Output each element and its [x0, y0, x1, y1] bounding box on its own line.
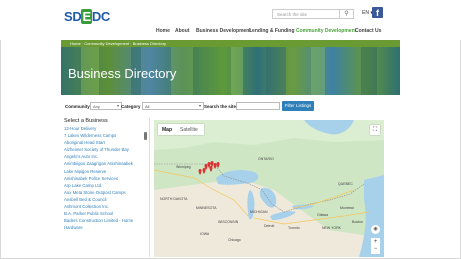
facebook-icon[interactable]: f	[372, 7, 383, 18]
map-type-map-button[interactable]: Map	[162, 127, 172, 133]
chevron-down-icon: ▾	[198, 103, 201, 108]
list-item[interactable]: Aboriginal Head Start	[64, 139, 149, 146]
breadcrumb-home[interactable]: Home	[70, 41, 81, 46]
search-filter-input[interactable]	[236, 102, 280, 110]
map-label: MINNESOTA	[196, 206, 217, 210]
list-item[interactable]: Animbiigoo Zaagi'igan Anishinaabek	[64, 160, 149, 167]
sdedc-logo[interactable]: SDEDC	[64, 8, 116, 36]
list-item[interactable]: Hardware	[64, 224, 149, 231]
list-item[interactable]: Angelo's Auto Inc.	[64, 153, 149, 160]
map-label: Winnipeg	[176, 165, 191, 169]
zoom-in-button[interactable]: +	[371, 238, 380, 246]
nav-about[interactable]: About	[175, 28, 189, 34]
street-view-icon[interactable]: ◉	[371, 225, 380, 234]
map-label: MICHIGAN	[250, 210, 268, 214]
chevron-down-icon: ▾	[116, 103, 119, 108]
list-item[interactable]: B.A. Parker Public School	[64, 210, 149, 217]
map-label: Chicago	[228, 238, 241, 242]
map-label: NORTH DAKOTA	[160, 197, 188, 201]
list-item[interactable]: Baders Construction Limited - Home	[64, 217, 149, 224]
map-label: IOWA	[200, 232, 210, 236]
community-select-value: Any	[93, 104, 100, 109]
map-label: WISCONSIN	[218, 220, 239, 224]
nav-community-development[interactable]: Community Development	[296, 28, 356, 34]
list-item[interactable]: Ashmont Collection Inc.	[64, 203, 149, 210]
breadcrumb-community-development[interactable]: Community Development	[84, 41, 129, 46]
logo-text-dc: DC	[91, 9, 111, 24]
map-canvas	[154, 120, 384, 257]
zoom-out-button[interactable]: −	[371, 246, 380, 254]
category-select-value: All	[145, 104, 150, 109]
map-label: Montreal	[340, 206, 354, 210]
list-item[interactable]: Arp Lake Camp Ltd.	[64, 182, 149, 189]
map-label: NEW YORK	[322, 226, 341, 230]
map-label: Detroit	[264, 224, 275, 228]
nav-contact-us[interactable]: Contact Us	[355, 28, 381, 34]
nav-home[interactable]: Home	[156, 28, 170, 34]
nav-business-development[interactable]: Business Development	[196, 28, 251, 34]
list-item[interactable]: Aux Meta Stone Outpost Camps	[64, 189, 149, 196]
map-type-satellite-button[interactable]: Satellite	[180, 127, 198, 133]
filter-listings-button[interactable]: Filter Listings	[282, 101, 314, 111]
category-filter-label: Category	[121, 104, 141, 109]
logo-text-e: E	[81, 9, 92, 24]
nav-lending-funding[interactable]: Lending & Funding	[249, 28, 295, 34]
list-item[interactable]: 7 Lakes Wilderness Camps	[64, 132, 149, 139]
page-title: Business Directory	[68, 66, 177, 81]
category-select[interactable]: All ▾	[142, 102, 204, 110]
map-label: Boston	[352, 220, 363, 224]
logo-text-sd: SD	[64, 9, 82, 24]
breadcrumb: Home · Community Development · Business …	[70, 41, 167, 46]
business-map[interactable]	[154, 120, 384, 257]
list-item[interactable]: Alzheimer Society of Thunder Bay	[64, 146, 149, 153]
list-item[interactable]: Anishinabek Police Services	[64, 175, 149, 182]
map-label: Toronto	[288, 226, 300, 230]
list-item[interactable]: Lake Nipigon Reserve	[64, 168, 149, 175]
language-label: EN	[362, 10, 369, 16]
list-scrollbar[interactable]	[144, 132, 147, 140]
map-label: Ottawa	[317, 213, 329, 217]
breadcrumb-current: Business Directory	[132, 41, 167, 46]
map-label: QUEBEC	[338, 182, 353, 186]
list-item[interactable]: Ansbell Bed & Council	[64, 196, 149, 203]
search-filter-label: Search the site	[204, 104, 237, 109]
community-select[interactable]: Any ▾	[90, 102, 122, 110]
map-label: ONTARIO	[258, 157, 274, 161]
business-list-title: Select a Business	[64, 118, 108, 124]
list-item[interactable]: 12-Hour Delivery	[64, 125, 149, 132]
search-icon[interactable]: ⚲	[340, 9, 354, 19]
business-list: Select a Business 12-Hour Delivery 7 Lak…	[64, 118, 150, 257]
fullscreen-icon[interactable]: ⛶	[370, 125, 380, 135]
community-filter-label: Community	[65, 104, 90, 109]
site-search-input[interactable]: Search the site	[272, 9, 340, 19]
